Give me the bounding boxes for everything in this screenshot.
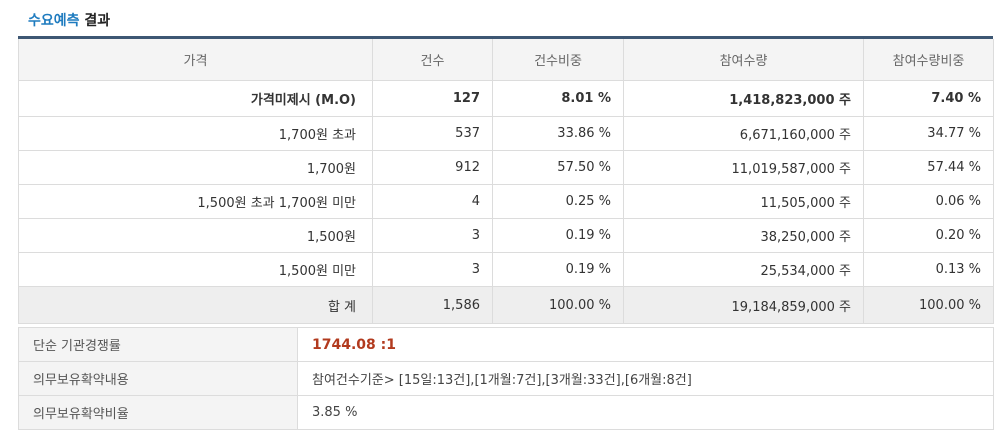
row-price: 1,500원: [18, 218, 373, 253]
section-title: 수요예측 결과: [28, 10, 110, 30]
lockup-ratio-value: 3.85 %: [297, 395, 994, 430]
section-title-accent: 수요예측: [28, 13, 80, 29]
table-row: 가격미제시 (M.O) 127 8.01 % 1,418,823,000 주 7…: [18, 80, 994, 117]
header-quantity: 참여수량: [623, 39, 864, 81]
table-row: 1,700원 초과 537 33.86 % 6,671,160,000 주 34…: [18, 116, 994, 151]
row-price: 1,500원 초과 1,700원 미만: [18, 184, 373, 219]
total-count-ratio: 100.00 %: [492, 286, 624, 324]
row-count: 3: [372, 218, 493, 253]
row-quantity-ratio: 34.77 %: [863, 116, 994, 151]
row-quantity: 1,418,823,000 주: [623, 80, 864, 117]
row-count-ratio: 0.19 %: [492, 218, 624, 253]
table-row: 1,700원 912 57.50 % 11,019,587,000 주 57.4…: [18, 150, 994, 185]
row-quantity-ratio: 0.20 %: [863, 218, 994, 253]
row-count: 3: [372, 252, 493, 287]
header-quantity-ratio: 참여수량비중: [863, 39, 994, 81]
lockup-label: 의무보유확약내용: [18, 361, 298, 396]
row-count: 537: [372, 116, 493, 151]
row-price: 1,700원: [18, 150, 373, 185]
row-quantity: 11,505,000 주: [623, 184, 864, 219]
header-count: 건수: [372, 39, 493, 81]
row-count-ratio: 33.86 %: [492, 116, 624, 151]
row-count-ratio: 8.01 %: [492, 80, 624, 117]
row-count-ratio: 57.50 %: [492, 150, 624, 185]
table-row: 1,500원 미만 3 0.19 % 25,534,000 주 0.13 %: [18, 252, 994, 287]
competition-value: 1744.08 :1: [297, 327, 994, 362]
total-quantity-ratio: 100.00 %: [863, 286, 994, 324]
row-quantity: 25,534,000 주: [623, 252, 864, 287]
row-quantity: 11,019,587,000 주: [623, 150, 864, 185]
competition-label: 단순 기관경쟁률: [18, 327, 298, 362]
row-quantity-ratio: 57.44 %: [863, 150, 994, 185]
table-header-row: 가격 건수 건수비중 참여수량 참여수량비중: [18, 39, 994, 81]
lockup-value: 참여건수기준> [15일:13건],[1개월:7건],[3개월:33건],[6개…: [297, 361, 994, 396]
row-quantity: 6,671,160,000 주: [623, 116, 864, 151]
row-price: 1,500원 미만: [18, 252, 373, 287]
row-quantity-ratio: 7.40 %: [863, 80, 994, 117]
lockup-ratio-label: 의무보유확약비율: [18, 395, 298, 430]
summary-table: 단순 기관경쟁률 1744.08 :1 의무보유확약내용 참여건수기준> [15…: [18, 327, 994, 430]
row-count: 912: [372, 150, 493, 185]
table-row: 1,500원 초과 1,700원 미만 4 0.25 % 11,505,000 …: [18, 184, 994, 219]
row-price: 1,700원 초과: [18, 116, 373, 151]
competition-row: 단순 기관경쟁률 1744.08 :1: [18, 327, 994, 362]
row-count: 4: [372, 184, 493, 219]
table-row: 1,500원 3 0.19 % 38,250,000 주 0.20 %: [18, 218, 994, 253]
total-row: 합 계 1,586 100.00 % 19,184,859,000 주 100.…: [18, 286, 994, 324]
row-count-ratio: 0.19 %: [492, 252, 624, 287]
row-count: 127: [372, 80, 493, 117]
row-quantity-ratio: 0.06 %: [863, 184, 994, 219]
total-label: 합 계: [18, 286, 373, 324]
total-quantity: 19,184,859,000 주: [623, 286, 864, 324]
lockup-ratio-row: 의무보유확약비율 3.85 %: [18, 395, 994, 430]
demand-forecast-table: 가격 건수 건수비중 참여수량 참여수량비중 가격미제시 (M.O) 127 8…: [18, 39, 994, 324]
section-title-rest: 결과: [79, 13, 111, 29]
lockup-row: 의무보유확약내용 참여건수기준> [15일:13건],[1개월:7건],[3개월…: [18, 361, 994, 396]
row-count-ratio: 0.25 %: [492, 184, 624, 219]
header-price: 가격: [18, 39, 373, 81]
row-price: 가격미제시 (M.O): [18, 80, 373, 117]
row-quantity: 38,250,000 주: [623, 218, 864, 253]
total-count: 1,586: [372, 286, 493, 324]
header-count-ratio: 건수비중: [492, 39, 624, 81]
row-quantity-ratio: 0.13 %: [863, 252, 994, 287]
